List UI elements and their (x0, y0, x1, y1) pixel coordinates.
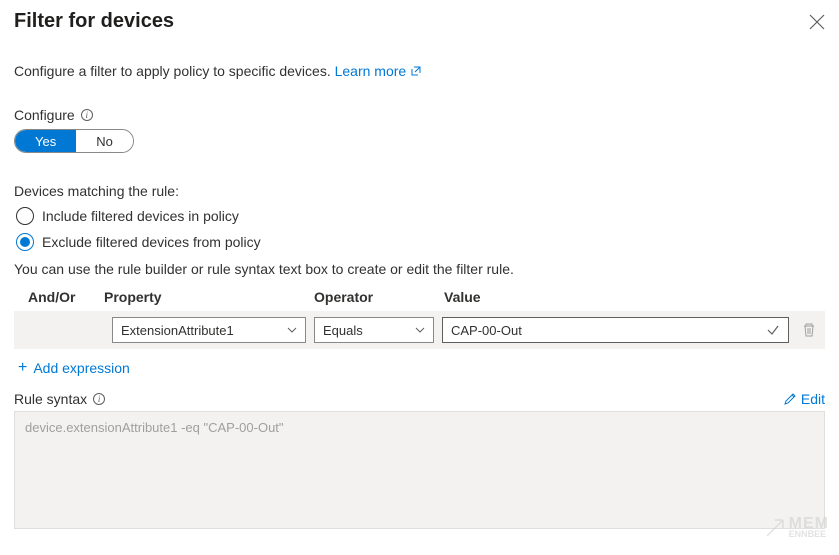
builder-hint: You can use the rule builder or rule syn… (14, 261, 825, 277)
configure-no[interactable]: No (76, 130, 133, 152)
radio-include[interactable]: Include filtered devices in policy (16, 207, 825, 225)
col-andor: And/Or (14, 289, 104, 305)
radio-include-label: Include filtered devices in policy (42, 208, 239, 224)
operator-dropdown[interactable]: Equals (314, 317, 434, 343)
edit-syntax-button[interactable]: Edit (783, 391, 825, 407)
rule-syntax-label: Rule syntax i (14, 391, 105, 407)
close-icon[interactable] (809, 14, 825, 30)
external-link-icon (410, 65, 422, 77)
radio-icon (16, 233, 34, 251)
rule-columns-header: And/Or Property Operator Value (14, 285, 825, 311)
chevron-down-icon (415, 325, 425, 335)
pencil-icon (783, 392, 797, 406)
plus-icon: + (18, 359, 27, 377)
page-title: Filter for devices (14, 10, 174, 33)
rule-row: ExtensionAttribute1 Equals CAP-00-Out (14, 311, 825, 349)
learn-more-link[interactable]: Learn more (335, 63, 422, 79)
value-input[interactable]: CAP-00-Out (442, 317, 789, 343)
matching-label: Devices matching the rule: (14, 183, 825, 199)
add-expression-button[interactable]: + Add expression (18, 359, 825, 377)
configure-toggle[interactable]: Yes No (14, 129, 134, 153)
col-operator: Operator (314, 289, 444, 305)
info-icon[interactable]: i (81, 109, 93, 121)
property-dropdown[interactable]: ExtensionAttribute1 (112, 317, 306, 343)
col-property: Property (104, 289, 314, 305)
intro-static: Configure a filter to apply policy to sp… (14, 63, 335, 79)
configure-yes[interactable]: Yes (15, 130, 76, 152)
intro-text: Configure a filter to apply policy to sp… (14, 63, 825, 79)
radio-exclude[interactable]: Exclude filtered devices from policy (16, 233, 825, 251)
rule-syntax-textarea[interactable] (14, 411, 825, 529)
chevron-down-icon (287, 325, 297, 335)
delete-icon[interactable] (801, 322, 817, 338)
configure-label: Configure i (14, 107, 825, 123)
radio-icon (16, 207, 34, 225)
col-value: Value (444, 289, 825, 305)
check-icon (766, 323, 780, 337)
radio-exclude-label: Exclude filtered devices from policy (42, 234, 261, 250)
info-icon[interactable]: i (93, 393, 105, 405)
